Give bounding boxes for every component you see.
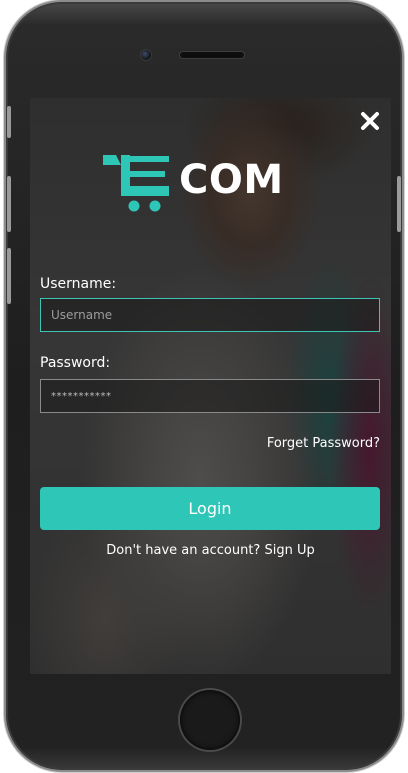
signup-prompt-line: Don't have an account? Sign Up <box>30 543 391 558</box>
volume-down-button <box>7 248 11 304</box>
username-input[interactable] <box>40 298 380 332</box>
volume-up-button <box>7 176 11 232</box>
close-icon[interactable] <box>359 110 381 132</box>
forgot-password-link[interactable]: Forget Password? <box>267 436 380 451</box>
shopping-cart-e-logo-icon <box>103 155 169 212</box>
signup-prompt-text: Don't have an account? <box>106 543 261 558</box>
power-button <box>397 176 401 232</box>
logo-text: COM <box>179 157 284 203</box>
password-label: Password: <box>40 355 111 371</box>
front-camera <box>141 50 151 60</box>
signup-link[interactable]: Sign Up <box>264 543 314 558</box>
phone-frame: COM Username: Password: Forget Password?… <box>6 2 402 770</box>
home-button <box>180 690 240 750</box>
app-screen: COM Username: Password: Forget Password?… <box>30 98 391 674</box>
username-label: Username: <box>40 276 117 292</box>
password-input[interactable] <box>40 379 380 413</box>
silent-switch <box>7 106 11 138</box>
login-button[interactable]: Login <box>40 487 380 530</box>
earpiece-speaker <box>180 52 244 58</box>
app-logo: COM <box>103 155 303 213</box>
